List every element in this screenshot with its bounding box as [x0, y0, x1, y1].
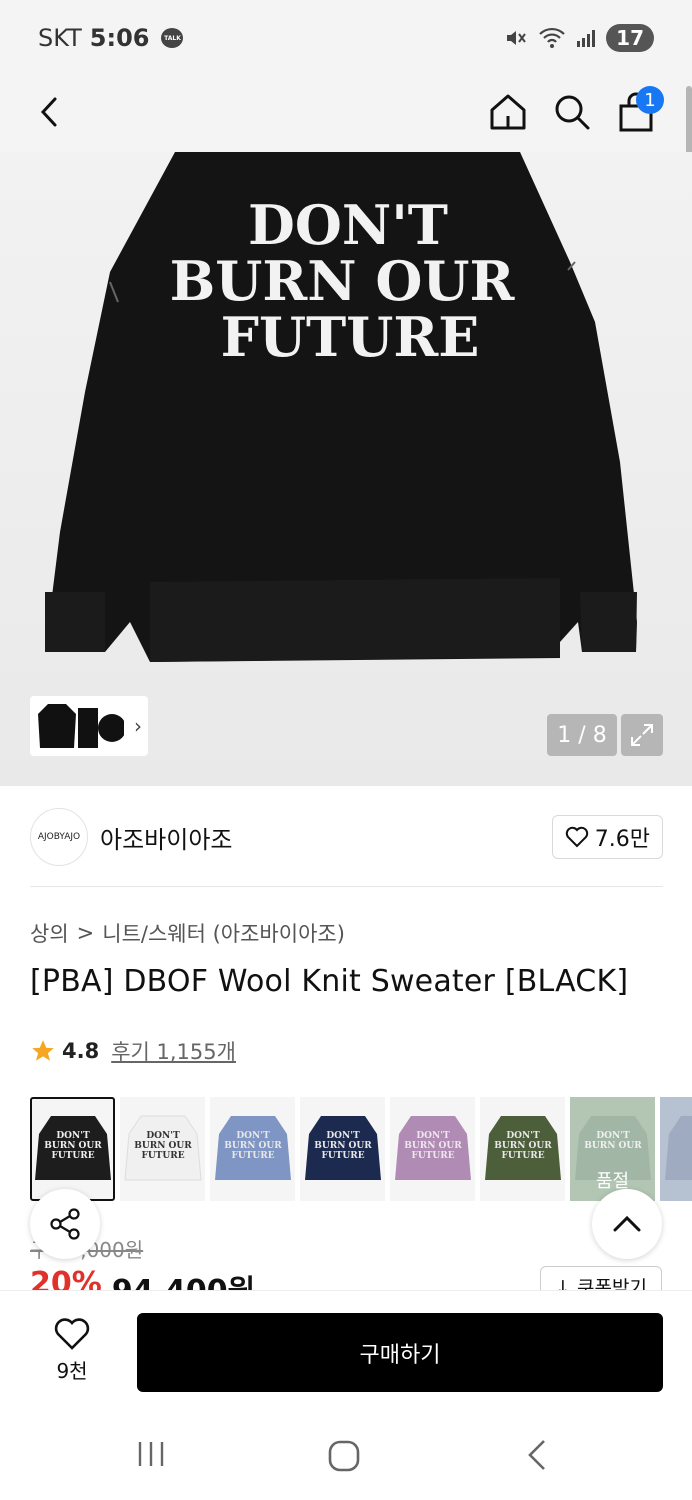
svg-text:FUTURE: FUTURE: [51, 1151, 94, 1161]
color-swatch[interactable]: DON'T BURN OUR FUTURE: [390, 1097, 475, 1201]
svg-text:FUTURE: FUTURE: [501, 1151, 544, 1161]
soldout-overlay: 품절: [570, 1097, 655, 1201]
svg-text:FUTURE: FUTURE: [321, 1151, 364, 1161]
color-swatch[interactable]: DON'T BURN OUR FUTURE: [300, 1097, 385, 1201]
home-circle-icon: [328, 1440, 360, 1472]
breadcrumb: 상의 > 니트/스웨터 (아조바이아조): [30, 918, 345, 948]
search-icon: [555, 95, 590, 130]
breadcrumb-category[interactable]: 상의: [30, 918, 69, 948]
print-line-2: BURN OUR: [170, 249, 516, 313]
svg-text:DON'T: DON'T: [146, 1131, 180, 1141]
star-icon: [32, 1040, 54, 1061]
signal-icon: [577, 30, 596, 47]
scrollbar[interactable]: [686, 86, 692, 156]
brand-row[interactable]: AJOBYAJO 아조바이아조 7.6만: [30, 806, 663, 868]
brand-like-count: 7.6만: [594, 827, 650, 852]
soldout-overlay: 품: [660, 1097, 692, 1201]
rating-value: 4.8: [62, 1039, 100, 1063]
review-link[interactable]: 후기 1,155개: [111, 1036, 236, 1066]
cart-button[interactable]: 1: [606, 82, 666, 142]
color-swatch-soldout[interactable]: 품: [660, 1097, 692, 1201]
thumbnail-preview: [38, 704, 124, 748]
heart-icon: [54, 1318, 90, 1350]
color-swatch[interactable]: DON'T BURN OUR FUTURE: [120, 1097, 205, 1201]
image-page-indicator: 1 / 8: [547, 714, 617, 756]
color-swatch[interactable]: DON'T BURN OUR FUTURE: [210, 1097, 295, 1201]
svg-text:BURN OUR: BURN OUR: [44, 1141, 102, 1151]
svg-text:FUTURE: FUTURE: [411, 1151, 454, 1161]
color-swatch[interactable]: DON'T BURN OUR FUTURE: [30, 1097, 115, 1201]
buy-button[interactable]: 구매하기: [137, 1313, 663, 1392]
wishlist-count: 9천: [56, 1359, 88, 1383]
battery-level: 17: [606, 24, 654, 52]
expand-button[interactable]: [621, 714, 663, 756]
print-line-3: FUTURE: [221, 305, 480, 369]
share-icon: [50, 1208, 80, 1240]
swatch-image: DON'TBURN OURFUTURE: [34, 1116, 111, 1180]
home-button[interactable]: [478, 82, 538, 142]
swatch-image: DON'TBURN OURFUTURE: [123, 1115, 202, 1181]
product-title: [PBA] DBOF Wool Knit Sweater [BLACK]: [30, 964, 629, 999]
svg-text:DON'T: DON'T: [506, 1131, 540, 1141]
heart-icon: [565, 826, 588, 848]
status-bar: SKT 5:06 TALK 17: [0, 0, 692, 76]
print-line-1: DON'T: [248, 193, 448, 257]
color-swatch-soldout[interactable]: DON'T BURN OUR 품절: [570, 1097, 655, 1201]
chevron-up-icon: [613, 1215, 641, 1232]
product-gallery[interactable]: DON'T BURN OUR FUTURE › 1 / 8: [0, 152, 692, 786]
gallery-thumbnails-button[interactable]: ›: [30, 696, 148, 756]
color-swatch[interactable]: DON'T BURN OUR FUTURE: [480, 1097, 565, 1201]
svg-text:DON'T: DON'T: [416, 1131, 450, 1141]
home-icon: [490, 94, 526, 130]
recent-apps-icon: [138, 1442, 164, 1466]
svg-text:BURN OUR: BURN OUR: [494, 1141, 552, 1151]
rating-row: 4.8 후기 1,155개: [30, 1036, 236, 1066]
search-button[interactable]: [542, 82, 602, 142]
status-right: 17: [504, 24, 654, 52]
brand-like-button[interactable]: 7.6만: [551, 815, 663, 859]
brand-name[interactable]: 아조바이아조: [100, 820, 232, 855]
color-options: DON'T BURN OUR FUTURE DON'T BURN OUR FUTURE …: [30, 1097, 692, 1201]
svg-text:BURN OUR: BURN OUR: [404, 1141, 462, 1151]
wifi-icon: [539, 27, 565, 48]
brand-logo[interactable]: AJOBYAJO: [30, 808, 88, 866]
swatch-image: DON'TBURN OURFUTURE: [214, 1116, 291, 1180]
cart-count-badge: 1: [636, 86, 664, 114]
expand-icon: [631, 724, 653, 746]
svg-text:BURN OUR: BURN OUR: [314, 1141, 372, 1151]
wishlist-button[interactable]: 9천: [42, 1317, 102, 1384]
mute-icon: [507, 31, 526, 45]
share-button[interactable]: [30, 1189, 100, 1259]
svg-text:FUTURE: FUTURE: [231, 1151, 274, 1161]
system-navigation-bar: [0, 1408, 692, 1500]
carrier: SKT: [38, 24, 82, 52]
product-image: DON'T BURN OUR FUTURE: [45, 152, 637, 662]
swatch-image: DON'TBURN OURFUTURE: [394, 1116, 471, 1180]
back-button[interactable]: [20, 82, 80, 142]
scroll-top-button[interactable]: [592, 1189, 662, 1259]
top-nav: 1: [0, 76, 692, 152]
svg-text:FUTURE: FUTURE: [141, 1151, 184, 1161]
svg-text:DON'T: DON'T: [56, 1131, 90, 1141]
system-back-icon: [528, 1440, 545, 1470]
svg-text:DON'T: DON'T: [236, 1131, 270, 1141]
system-back-button[interactable]: [522, 1438, 552, 1476]
back-arrow-icon: [40, 97, 57, 127]
svg-text:BURN OUR: BURN OUR: [224, 1141, 282, 1151]
swatch-image: DON'TBURN OURFUTURE: [484, 1116, 561, 1180]
breadcrumb-subcategory[interactable]: 니트/스웨터 (아조바이아조): [102, 918, 345, 948]
svg-text:DON'T: DON'T: [326, 1131, 360, 1141]
clock: 5:06: [89, 24, 150, 52]
talk-notification-icon: TALK: [161, 28, 184, 48]
swatch-image: DON'TBURN OURFUTURE: [304, 1116, 381, 1180]
status-left: SKT 5:06 TALK: [38, 24, 184, 52]
svg-text:BURN OUR: BURN OUR: [134, 1141, 192, 1151]
chevron-right-icon: ›: [134, 714, 142, 738]
breadcrumb-separator: >: [76, 921, 95, 945]
home-nav-button[interactable]: [326, 1438, 362, 1478]
divider: [30, 886, 663, 887]
bottom-action-bar: 9천 구매하기: [0, 1290, 692, 1408]
recent-apps-button[interactable]: [132, 1438, 170, 1474]
